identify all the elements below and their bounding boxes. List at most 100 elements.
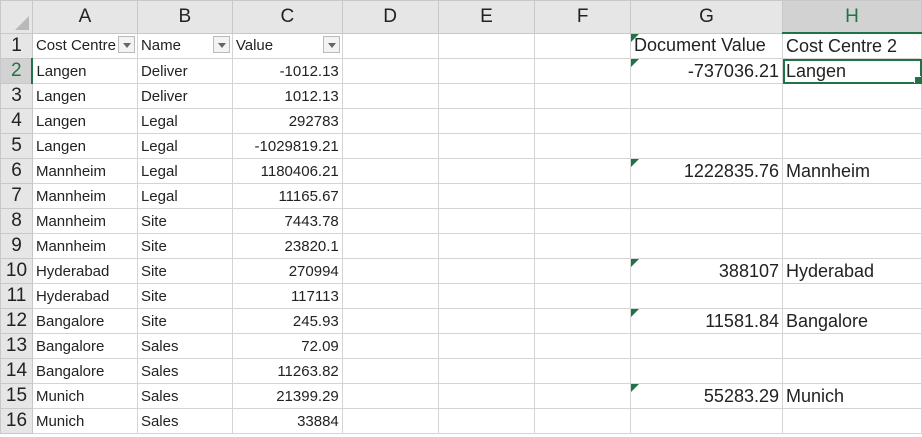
cell-C16[interactable]: 33884	[231, 408, 343, 434]
cell-G8[interactable]	[630, 208, 783, 234]
cell-G1[interactable]: Document Value	[630, 32, 783, 59]
cell-E13[interactable]	[437, 333, 536, 359]
cell-E10[interactable]	[437, 258, 536, 284]
cell-D14[interactable]	[341, 358, 439, 384]
row-header-3[interactable]: 3	[0, 83, 33, 109]
cell-G13[interactable]	[630, 333, 783, 359]
row-header-12[interactable]: 12	[0, 308, 33, 334]
cell-E6[interactable]	[437, 158, 536, 184]
cell-H13[interactable]	[782, 333, 922, 359]
column-header-C[interactable]: C	[231, 0, 343, 34]
cell-H12[interactable]: Bangalore	[782, 308, 922, 334]
cell-B1[interactable]: Name	[136, 32, 233, 59]
cell-C4[interactable]: 292783	[231, 108, 343, 134]
cell-E2[interactable]	[437, 58, 536, 84]
cell-G10[interactable]: 388107	[630, 258, 783, 284]
cell-H5[interactable]	[782, 133, 922, 159]
cell-A1[interactable]: Cost Centre	[31, 32, 138, 59]
cell-H1[interactable]: Cost Centre 2	[782, 32, 922, 59]
cell-A7[interactable]: Mannheim	[31, 183, 138, 209]
cell-G11[interactable]	[630, 283, 783, 309]
row-header-10[interactable]: 10	[0, 258, 33, 284]
cell-G12[interactable]: 11581.84	[630, 308, 783, 334]
cell-B6[interactable]: Legal	[136, 158, 233, 184]
cell-H15[interactable]: Munich	[782, 383, 922, 409]
cell-D1[interactable]	[341, 32, 439, 59]
cell-A9[interactable]: Mannheim	[31, 233, 138, 259]
cell-B8[interactable]: Site	[136, 208, 233, 234]
cell-D16[interactable]	[341, 408, 439, 434]
cell-C15[interactable]: 21399.29	[231, 383, 343, 409]
cell-C5[interactable]: -1029819.21	[231, 133, 343, 159]
cell-B16[interactable]: Sales	[136, 408, 233, 434]
cell-D3[interactable]	[341, 83, 439, 109]
cell-E3[interactable]	[437, 83, 536, 109]
row-header-16[interactable]: 16	[0, 408, 33, 434]
cell-C14[interactable]: 11263.82	[231, 358, 343, 384]
cell-D9[interactable]	[341, 233, 439, 259]
cell-H6[interactable]: Mannheim	[782, 158, 922, 184]
cell-C6[interactable]: 1180406.21	[231, 158, 343, 184]
cell-H3[interactable]	[782, 83, 922, 109]
cell-B3[interactable]: Deliver	[136, 83, 233, 109]
cell-H11[interactable]	[782, 283, 922, 309]
cell-B2[interactable]: Deliver	[136, 58, 233, 84]
cell-B14[interactable]: Sales	[136, 358, 233, 384]
column-header-A[interactable]: A	[31, 0, 138, 34]
cell-E1[interactable]	[437, 32, 536, 59]
cell-A16[interactable]: Munich	[31, 408, 138, 434]
cell-A3[interactable]: Langen	[31, 83, 138, 109]
cell-H8[interactable]	[782, 208, 922, 234]
cell-D8[interactable]	[341, 208, 439, 234]
cell-F15[interactable]	[534, 383, 632, 409]
cell-C7[interactable]: 11165.67	[231, 183, 343, 209]
cell-F14[interactable]	[534, 358, 632, 384]
cell-H7[interactable]	[782, 183, 922, 209]
cell-D11[interactable]	[341, 283, 439, 309]
cell-A11[interactable]: Hyderabad	[31, 283, 138, 309]
column-header-H[interactable]: H	[782, 0, 922, 34]
row-header-14[interactable]: 14	[0, 358, 33, 384]
cell-B12[interactable]: Site	[136, 308, 233, 334]
cell-F11[interactable]	[534, 283, 632, 309]
cell-F16[interactable]	[534, 408, 632, 434]
cell-E14[interactable]	[437, 358, 536, 384]
cell-B10[interactable]: Site	[136, 258, 233, 284]
cell-F9[interactable]	[534, 233, 632, 259]
cell-A4[interactable]: Langen	[31, 108, 138, 134]
cell-D13[interactable]	[341, 333, 439, 359]
row-header-4[interactable]: 4	[0, 108, 33, 134]
column-header-G[interactable]: G	[630, 0, 783, 34]
fill-handle[interactable]	[914, 76, 921, 83]
row-header-6[interactable]: 6	[0, 158, 33, 184]
cell-B4[interactable]: Legal	[136, 108, 233, 134]
cell-G15[interactable]: 55283.29	[630, 383, 783, 409]
column-header-B[interactable]: B	[136, 0, 233, 34]
cell-B13[interactable]: Sales	[136, 333, 233, 359]
cell-H16[interactable]	[782, 408, 922, 434]
cell-E4[interactable]	[437, 108, 536, 134]
cell-C8[interactable]: 7443.78	[231, 208, 343, 234]
cell-B9[interactable]: Site	[136, 233, 233, 259]
cell-D5[interactable]	[341, 133, 439, 159]
cell-D7[interactable]	[341, 183, 439, 209]
cell-D6[interactable]	[341, 158, 439, 184]
cell-F4[interactable]	[534, 108, 632, 134]
cell-F7[interactable]	[534, 183, 632, 209]
cell-B11[interactable]: Site	[136, 283, 233, 309]
row-header-8[interactable]: 8	[0, 208, 33, 234]
cell-H9[interactable]	[782, 233, 922, 259]
cell-F1[interactable]	[534, 32, 632, 59]
cell-G5[interactable]	[630, 133, 783, 159]
cell-E15[interactable]	[437, 383, 536, 409]
row-header-11[interactable]: 11	[0, 283, 33, 309]
cell-A10[interactable]: Hyderabad	[31, 258, 138, 284]
filter-dropdown-button[interactable]	[117, 35, 135, 53]
cell-E9[interactable]	[437, 233, 536, 259]
cell-B15[interactable]: Sales	[136, 383, 233, 409]
cell-B5[interactable]: Legal	[136, 133, 233, 159]
select-all-corner[interactable]	[0, 0, 33, 34]
cell-F6[interactable]	[534, 158, 632, 184]
cell-C1[interactable]: Value	[231, 32, 343, 59]
row-header-9[interactable]: 9	[0, 233, 33, 259]
